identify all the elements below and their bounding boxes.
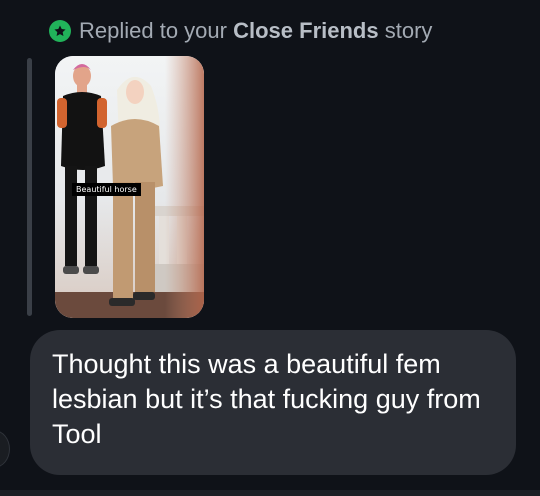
reply-suffix: story: [384, 18, 433, 43]
reply-prefix: Replied to your: [79, 18, 227, 43]
bottom-edge: [0, 490, 540, 496]
close-friends-label: Close Friends: [233, 18, 379, 43]
sender-avatar[interactable]: [0, 430, 10, 468]
reply-label: Replied to your Close Friends story: [79, 18, 432, 44]
star-icon: [49, 20, 71, 42]
reply-context: Replied to your Close Friends story: [49, 14, 432, 48]
message-bubble[interactable]: Thought this was a beautiful fem lesbian…: [30, 330, 516, 475]
message-text: Thought this was a beautiful fem lesbian…: [52, 349, 481, 449]
story-caption: Beautiful horse: [72, 183, 141, 196]
reply-thread-line: [27, 58, 32, 316]
